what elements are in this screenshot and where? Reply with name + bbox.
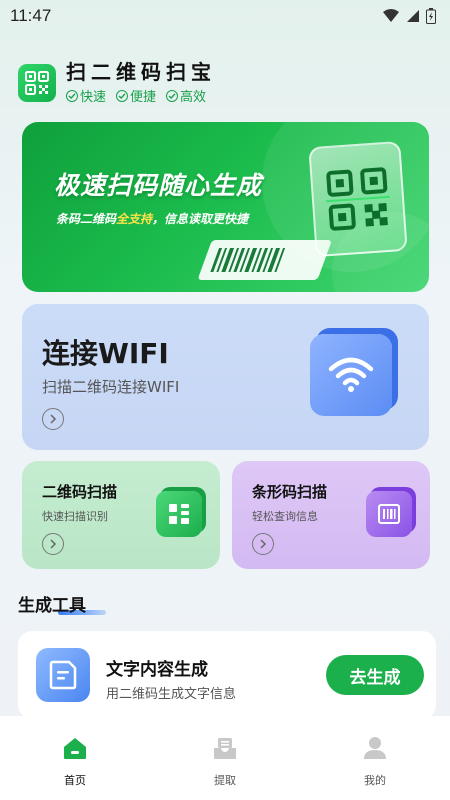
- nav-label-extract: 提取: [214, 774, 236, 787]
- text-generate-card[interactable]: 文字内容生成 用二维码生成文字信息 去生成: [18, 631, 436, 719]
- battery-icon: [426, 8, 436, 24]
- tool-title: 文字内容生成: [106, 660, 208, 680]
- document-icon: [36, 648, 90, 702]
- cell-signal-icon: [407, 10, 419, 22]
- check-icon: [116, 89, 129, 102]
- home-icon: [64, 738, 86, 759]
- nav-item-profile[interactable]: 我的: [330, 736, 420, 788]
- generate-button[interactable]: 去生成: [326, 655, 424, 695]
- qr-scan-subtitle: 快速扫描识别: [42, 510, 108, 523]
- qr-scan-card[interactable]: 二维码扫描 快速扫描识别: [22, 461, 220, 569]
- barcode-scan-icon: [366, 491, 412, 537]
- app-title: 扫二维码扫宝: [66, 60, 216, 84]
- nav-label-profile: 我的: [364, 774, 386, 787]
- status-bar: 11:47: [0, 0, 450, 32]
- wifi-card-subtitle: 扫描二维码连接WIFI: [42, 378, 180, 396]
- status-icons: [382, 8, 436, 24]
- qr-code-icon: [308, 140, 408, 258]
- tag-efficient: 高效: [166, 86, 206, 105]
- arrow-right-icon[interactable]: [42, 408, 64, 430]
- inbox-icon: [214, 738, 236, 759]
- barcode-scan-card[interactable]: 条形码扫描 轻松查询信息: [232, 461, 430, 569]
- arrow-right-icon[interactable]: [252, 533, 274, 555]
- nav-item-extract[interactable]: 提取: [180, 736, 270, 788]
- status-time: 11:47: [10, 6, 52, 25]
- wifi-card-title: 连接WIFI: [42, 337, 169, 370]
- bottom-nav: 首页 提取 我的: [0, 716, 450, 800]
- qr-scan-icon: [156, 491, 202, 537]
- app-logo: [18, 63, 56, 102]
- banner-subtitle: 条码二维码全支持，信息读取更快捷: [56, 212, 249, 226]
- qr-logo-icon: [25, 70, 49, 95]
- tag-convenient: 便捷: [116, 86, 156, 105]
- barcode-scan-subtitle: 轻松查询信息: [252, 510, 318, 523]
- app-header: 扫二维码扫宝 快速 便捷 高效: [18, 60, 216, 105]
- wifi-signal-icon: [383, 9, 399, 22]
- qr-scan-title: 二维码扫描: [42, 483, 118, 501]
- wifi-connect-card[interactable]: 连接WIFI 扫描二维码连接WIFI: [22, 304, 429, 450]
- tag-fast: 快速: [66, 86, 106, 105]
- barcode-graphic: [198, 240, 331, 280]
- app-tags: 快速 便捷 高效: [66, 86, 216, 105]
- tool-subtitle: 用二维码生成文字信息: [106, 687, 237, 702]
- arrow-right-icon[interactable]: [42, 533, 64, 555]
- nav-label-home: 首页: [64, 774, 86, 787]
- banner-title: 极速扫码随心生成: [54, 171, 263, 200]
- nav-item-home[interactable]: 首页: [30, 736, 120, 788]
- section-title: 生成工具: [18, 596, 86, 616]
- check-icon: [166, 89, 179, 102]
- profile-icon: [364, 737, 386, 759]
- wifi-icon: [310, 334, 392, 416]
- check-icon: [66, 89, 78, 102]
- barcode-scan-title: 条形码扫描: [252, 483, 328, 501]
- promo-banner[interactable]: 极速扫码随心生成 条码二维码全支持，信息读取更快捷: [22, 122, 429, 292]
